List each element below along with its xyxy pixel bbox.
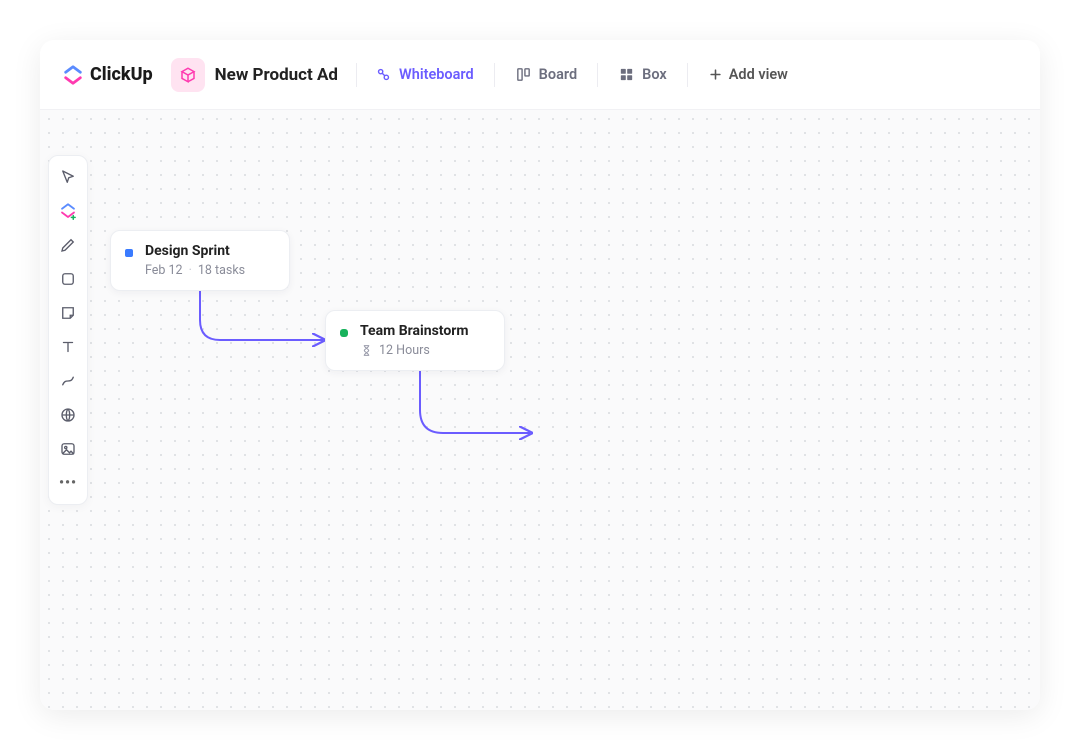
whiteboard-toolbox: ••• xyxy=(48,155,88,505)
separator xyxy=(597,63,598,87)
box-icon xyxy=(618,66,635,83)
view-tabs: Whiteboard Board Box xyxy=(375,63,788,87)
pen-icon xyxy=(59,236,77,254)
text-icon xyxy=(59,338,77,356)
tool-cursor[interactable] xyxy=(52,162,84,192)
tool-shape[interactable] xyxy=(52,264,84,294)
status-dot-blue xyxy=(125,249,133,257)
ellipsis-icon: ••• xyxy=(59,475,77,491)
dot-separator: · xyxy=(189,263,192,278)
app-window: ClickUp New Product Ad Whiteboard xyxy=(40,40,1040,710)
sticky-note-icon xyxy=(59,304,77,322)
project-icon xyxy=(171,58,205,92)
clickup-item-icon xyxy=(59,202,77,220)
clickup-logo[interactable]: ClickUp xyxy=(62,64,153,86)
image-icon xyxy=(59,440,77,458)
card-meta: Feb 12 · 18 tasks xyxy=(145,263,273,278)
topbar: ClickUp New Product Ad Whiteboard xyxy=(40,40,1040,110)
tool-web-embed[interactable] xyxy=(52,400,84,430)
tool-pen[interactable] xyxy=(52,230,84,260)
card-title: Team Brainstorm xyxy=(360,323,488,339)
cube-icon xyxy=(179,66,197,84)
whiteboard-icon xyxy=(375,66,392,83)
tool-connector[interactable] xyxy=(52,366,84,396)
card-task-count: 18 tasks xyxy=(198,263,245,278)
tool-clickup-item[interactable] xyxy=(52,196,84,226)
tool-text[interactable] xyxy=(52,332,84,362)
cursor-icon xyxy=(59,168,77,186)
tab-box[interactable]: Box xyxy=(618,66,667,83)
tab-whiteboard[interactable]: Whiteboard xyxy=(375,66,474,83)
separator xyxy=(494,63,495,87)
card-date: Feb 12 xyxy=(145,263,183,278)
tab-label: Whiteboard xyxy=(399,66,474,83)
hourglass-icon xyxy=(360,344,373,357)
tool-sticky-note[interactable] xyxy=(52,298,84,328)
add-view-button[interactable]: Add view xyxy=(708,66,788,83)
project-name: New Product Ad xyxy=(215,65,338,85)
board-icon xyxy=(515,66,532,83)
add-view-label: Add view xyxy=(729,66,788,83)
tab-label: Board xyxy=(539,66,577,83)
separator xyxy=(356,63,357,87)
project-chip[interactable]: New Product Ad xyxy=(171,58,338,92)
tab-board[interactable]: Board xyxy=(515,66,577,83)
card-team-brainstorm[interactable]: Team Brainstorm 12 Hours xyxy=(325,310,505,371)
whiteboard-canvas[interactable]: Design Sprint Feb 12 · 18 tasks Team Bra… xyxy=(40,110,1040,710)
plus-icon xyxy=(708,67,723,82)
card-meta: 12 Hours xyxy=(360,343,488,358)
tool-more[interactable]: ••• xyxy=(52,468,84,498)
connectors-layer xyxy=(40,110,1040,710)
connector-icon xyxy=(59,372,77,390)
status-dot-green xyxy=(340,329,348,337)
globe-icon xyxy=(59,406,77,424)
square-icon xyxy=(59,270,77,288)
card-title: Design Sprint xyxy=(145,243,273,259)
clickup-logo-icon xyxy=(62,64,84,86)
card-design-sprint[interactable]: Design Sprint Feb 12 · 18 tasks xyxy=(110,230,290,291)
card-duration: 12 Hours xyxy=(379,343,430,358)
tab-label: Box xyxy=(642,66,667,83)
clickup-logo-text: ClickUp xyxy=(90,64,153,85)
tool-image[interactable] xyxy=(52,434,84,464)
separator xyxy=(687,63,688,87)
